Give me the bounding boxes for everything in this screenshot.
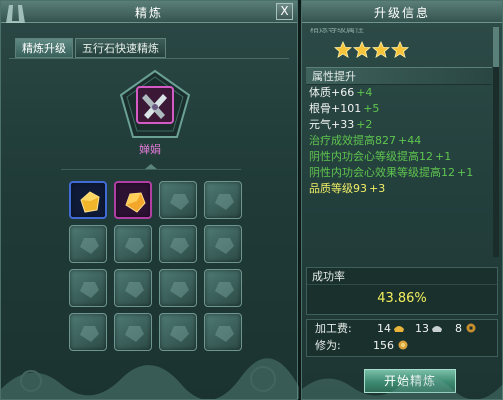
gold-stone-icon [125,192,146,213]
gem-slot-empty[interactable] [159,181,197,219]
gem-slot-empty[interactable] [204,313,242,351]
upgrade-info-title: 升级信息 [373,6,430,20]
attr-base: 元气+33 [309,118,355,131]
gem-slot-empty[interactable] [159,225,197,263]
grid-separator [61,164,241,170]
upgrade-info-panel: 升级信息 精炼等级属性 属性提升 体质+66 +4 根骨+101 +5 元气+33 +… [301,0,503,400]
empty-stone-icon [80,238,99,254]
attr-line: 阴性内功会心效果等级提高12 +1 [306,165,492,181]
cost-section: 加工费: 14 13 8 修为: 156 [306,319,498,357]
empty-stone-icon [170,282,189,298]
gem-slot-empty[interactable] [114,225,152,263]
cultivation-label: 修为: [315,339,341,352]
attr-increase: +4 [356,86,373,99]
gem-slot-empty[interactable] [69,313,107,351]
attr-line: 阴性内功会心等级提高12 +1 [306,149,492,165]
attr-base: 品质等级93 [309,182,367,195]
attr-base: 阴性内功会心等级提高12 [309,150,433,163]
processing-fee-label: 加工费: [315,322,352,335]
empty-stone-icon [215,326,234,342]
info-scrollbar[interactable] [493,27,499,257]
attr-line: 治疗成效提高827 +44 [306,133,492,149]
empty-stone-icon [170,326,189,342]
fee-gold-amount: 14 [377,322,391,335]
equipment-emblem[interactable] [117,67,193,143]
empty-stone-icon [215,282,234,298]
item-name: 婵娟 [139,143,161,156]
gem-slot-empty[interactable] [114,269,152,307]
empty-stone-icon [80,326,99,342]
star-icon [334,41,352,58]
gem-slot-filled[interactable] [69,181,107,219]
attribute-header: 属性提升 [306,67,492,85]
gem-slot-empty[interactable] [159,313,197,351]
gem-slot-empty[interactable] [69,269,107,307]
fee-silver-amount: 13 [415,322,429,335]
gem-slot-grid [69,181,245,351]
attr-base: 阴性内功会心效果等级提高12 [309,166,455,179]
fee-copper-amount: 8 [455,322,462,335]
tab-quick-refine[interactable]: 五行石快速精炼 [75,38,166,58]
star-icon [372,41,390,58]
gem-slot-empty[interactable] [204,181,242,219]
empty-stone-icon [125,326,144,342]
empty-stone-icon [125,238,144,254]
attr-increase: +2 [356,118,373,131]
gem-slot-empty[interactable] [159,269,197,307]
empty-stone-icon [215,194,234,210]
gem-slot-empty[interactable] [114,313,152,351]
attr-increase: +5 [363,102,380,115]
attr-increase: +1 [457,166,474,179]
refine-tabs: 精炼升级 五行石快速精炼 [15,38,168,58]
attr-line: 品质等级93 +3 [306,181,492,197]
gem-slot-empty[interactable] [204,225,242,263]
empty-stone-icon [125,282,144,298]
attr-base: 治疗成效提高827 [309,134,396,147]
empty-stone-icon [80,282,99,298]
gem-slot-empty[interactable] [204,269,242,307]
empty-stone-icon [170,238,189,254]
success-rate-label: 成功率 [307,268,497,285]
start-refine-button[interactable]: 开始精炼 [364,369,456,393]
empty-stone-icon [170,194,189,210]
upgrade-info-titlebar: 升级信息 [302,1,502,23]
scrollbar-thumb[interactable] [493,27,499,67]
success-rate-value: 43.86% [377,291,427,306]
close-button[interactable]: X [276,3,293,20]
tab-refine-upgrade[interactable]: 精炼升级 [15,38,73,58]
tab-divider [9,58,289,59]
attr-increase: +1 [435,150,452,163]
star-icon [391,41,409,58]
attribute-section: 属性提升 体质+66 +4 根骨+101 +5 元气+33 +2 治疗成效提高827 +… [306,67,492,262]
attr-line: 体质+66 +4 [306,85,492,101]
processing-fee-row: 加工费: 14 13 8 [307,320,497,337]
star-rating [334,41,410,59]
clipped-text: 精炼等级属性 [310,28,365,35]
attr-base: 体质+66 [309,86,355,99]
copper-coin-icon [466,323,476,333]
gold-stone-icon [80,191,100,213]
gold-ingot-icon [394,326,404,332]
attr-line: 根骨+101 +5 [306,101,492,117]
cultivation-value: 156 [373,339,394,352]
attr-increase: +3 [369,182,386,195]
empty-stone-icon [215,238,234,254]
gem-slot-empty[interactable] [69,225,107,263]
attr-base: 根骨+101 [309,102,362,115]
star-icon [353,41,371,58]
gem-slot-filled[interactable] [114,181,152,219]
success-rate-section: 成功率 43.86% [306,267,498,315]
silver-ingot-icon [432,326,442,332]
cultivation-coin-icon [398,340,408,350]
attr-line: 元气+33 +2 [306,117,492,133]
refine-panel: 精炼 X 精炼升级 五行石快速精炼 婵娟 [0,0,299,400]
cultivation-row: 修为: 156 [307,337,497,354]
refine-titlebar[interactable]: 精炼 X [1,1,297,23]
refine-title: 精炼 [134,6,163,20]
attr-increase: +44 [398,134,422,147]
